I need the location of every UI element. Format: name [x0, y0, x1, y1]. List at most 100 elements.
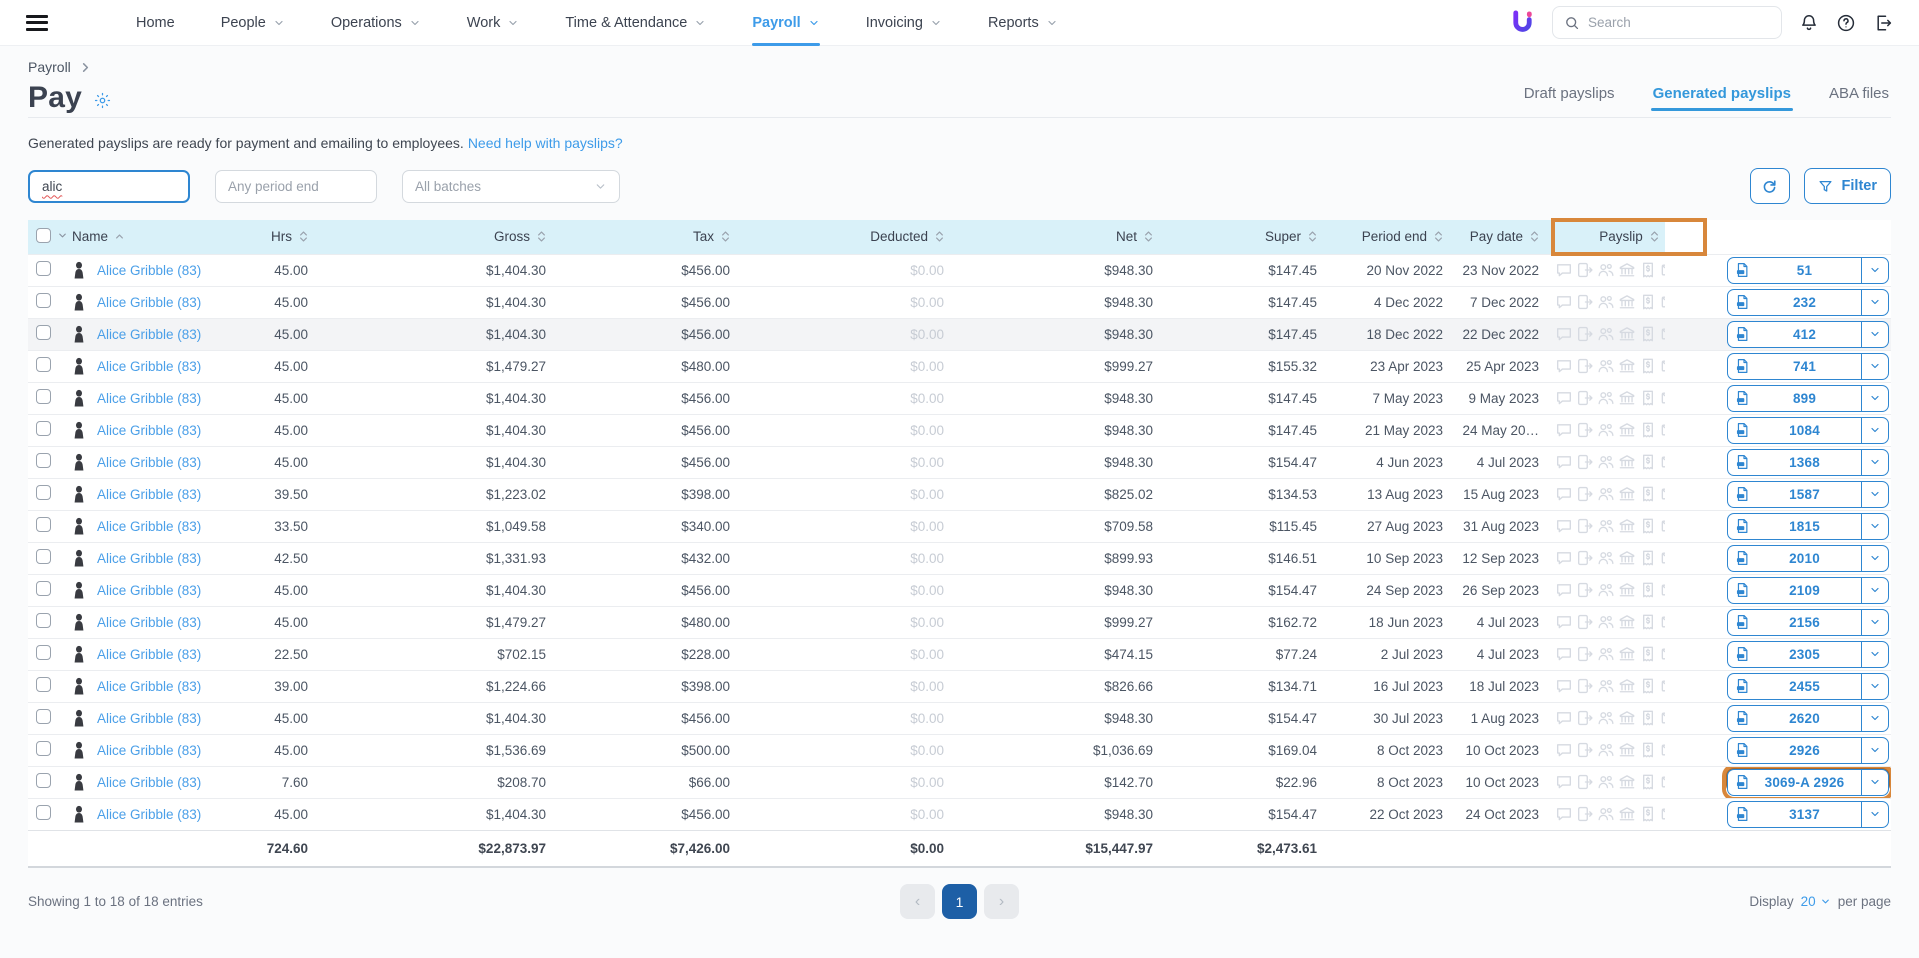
nav-item-home[interactable]: Home	[136, 0, 175, 45]
payslip-dropdown-chevron-icon[interactable]	[1861, 322, 1888, 347]
column-header-select-all[interactable]	[28, 220, 64, 254]
payslip-dropdown-chevron-icon[interactable]	[1861, 546, 1888, 571]
row-checkbox[interactable]	[36, 805, 51, 820]
chevron-down-icon[interactable]	[57, 230, 68, 241]
people-icon[interactable]	[1597, 421, 1615, 439]
comment-icon[interactable]	[1555, 293, 1573, 311]
share-icon[interactable]	[1576, 805, 1594, 823]
page-1-button[interactable]: 1	[942, 884, 977, 919]
receipt-icon[interactable]	[1639, 357, 1657, 375]
payslip-dropdown-chevron-icon[interactable]	[1861, 290, 1888, 315]
breadcrumb-item[interactable]: Payroll	[28, 59, 71, 75]
bank-icon[interactable]	[1618, 613, 1636, 631]
column-header-name[interactable]: Name	[64, 220, 240, 254]
share-icon[interactable]	[1576, 357, 1594, 375]
row-checkbox[interactable]	[36, 485, 51, 500]
employee-name-link[interactable]: Alice Gribble (83)	[97, 391, 201, 406]
email-icon[interactable]	[1660, 261, 1665, 279]
people-icon[interactable]	[1597, 517, 1615, 535]
tab-draft-payslips[interactable]: Draft payslips	[1522, 75, 1617, 115]
employee-filter-input[interactable]: alic	[28, 170, 190, 203]
receipt-icon[interactable]	[1639, 325, 1657, 343]
row-checkbox[interactable]	[36, 517, 51, 532]
payslip-dropdown-chevron-icon[interactable]	[1861, 642, 1888, 667]
employee-name-link[interactable]: Alice Gribble (83)	[97, 327, 201, 342]
comment-icon[interactable]	[1555, 421, 1573, 439]
share-icon[interactable]	[1576, 325, 1594, 343]
employee-name-link[interactable]: Alice Gribble (83)	[97, 807, 201, 822]
payslip-button[interactable]: 51	[1727, 257, 1889, 284]
email-icon[interactable]	[1660, 805, 1665, 823]
email-icon[interactable]	[1660, 453, 1665, 471]
payslip-button[interactable]: 1084	[1727, 417, 1889, 444]
column-header-hrs[interactable]: Hrs	[240, 220, 316, 254]
bank-icon[interactable]	[1618, 773, 1636, 791]
help-icon[interactable]	[1836, 13, 1856, 33]
bank-icon[interactable]	[1618, 677, 1636, 695]
comment-icon[interactable]	[1555, 805, 1573, 823]
tab-aba-files[interactable]: ABA files	[1827, 75, 1891, 115]
receipt-icon[interactable]	[1639, 581, 1657, 599]
previous-page-button[interactable]: ‹	[900, 884, 935, 919]
payslip-button[interactable]: 1587	[1727, 481, 1889, 508]
payslip-dropdown-chevron-icon[interactable]	[1861, 354, 1888, 379]
share-icon[interactable]	[1576, 517, 1594, 535]
share-icon[interactable]	[1576, 261, 1594, 279]
column-header-tax[interactable]: Tax	[554, 220, 738, 254]
share-icon[interactable]	[1576, 453, 1594, 471]
column-header-gross[interactable]: Gross	[316, 220, 554, 254]
bank-icon[interactable]	[1618, 421, 1636, 439]
bank-icon[interactable]	[1618, 261, 1636, 279]
row-checkbox[interactable]	[36, 677, 51, 692]
receipt-icon[interactable]	[1639, 293, 1657, 311]
bank-icon[interactable]	[1618, 645, 1636, 663]
period-end-filter-input[interactable]	[215, 170, 377, 203]
employee-name-link[interactable]: Alice Gribble (83)	[97, 551, 201, 566]
payslip-button[interactable]: 1368	[1727, 449, 1889, 476]
employee-name-link[interactable]: Alice Gribble (83)	[97, 455, 201, 470]
people-icon[interactable]	[1597, 261, 1615, 279]
email-icon[interactable]	[1660, 613, 1665, 631]
people-icon[interactable]	[1597, 453, 1615, 471]
row-checkbox[interactable]	[36, 421, 51, 436]
people-icon[interactable]	[1597, 293, 1615, 311]
column-header-super[interactable]: Super	[1161, 220, 1325, 254]
email-icon[interactable]	[1660, 581, 1665, 599]
bank-icon[interactable]	[1618, 325, 1636, 343]
people-icon[interactable]	[1597, 389, 1615, 407]
receipt-icon[interactable]	[1639, 645, 1657, 663]
bank-icon[interactable]	[1618, 805, 1636, 823]
people-icon[interactable]	[1597, 709, 1615, 727]
payslip-button[interactable]: 2109	[1727, 577, 1889, 604]
receipt-icon[interactable]	[1639, 421, 1657, 439]
payslip-dropdown-chevron-icon[interactable]	[1861, 450, 1888, 475]
share-icon[interactable]	[1576, 709, 1594, 727]
help-with-payslips-link[interactable]: Need help with payslips?	[468, 135, 623, 151]
share-icon[interactable]	[1576, 549, 1594, 567]
employee-name-link[interactable]: Alice Gribble (83)	[97, 615, 201, 630]
people-icon[interactable]	[1597, 773, 1615, 791]
bank-icon[interactable]	[1618, 581, 1636, 599]
payslip-dropdown-chevron-icon[interactable]	[1861, 674, 1888, 699]
row-checkbox[interactable]	[36, 773, 51, 788]
payslip-dropdown-chevron-icon[interactable]	[1861, 258, 1888, 283]
comment-icon[interactable]	[1555, 453, 1573, 471]
search-input[interactable]	[1588, 15, 1770, 30]
batches-filter-select[interactable]: All batches	[402, 170, 620, 203]
payslip-button[interactable]: 1815	[1727, 513, 1889, 540]
payslip-dropdown-chevron-icon[interactable]	[1861, 482, 1888, 507]
people-icon[interactable]	[1597, 613, 1615, 631]
employee-name-link[interactable]: Alice Gribble (83)	[97, 775, 201, 790]
row-checkbox[interactable]	[36, 357, 51, 372]
nav-item-reports[interactable]: Reports	[988, 0, 1058, 45]
email-icon[interactable]	[1660, 325, 1665, 343]
people-icon[interactable]	[1597, 645, 1615, 663]
people-icon[interactable]	[1597, 357, 1615, 375]
row-checkbox[interactable]	[36, 581, 51, 596]
receipt-icon[interactable]	[1639, 613, 1657, 631]
employee-name-link[interactable]: Alice Gribble (83)	[97, 583, 201, 598]
payslip-button[interactable]: 412	[1727, 321, 1889, 348]
bank-icon[interactable]	[1618, 741, 1636, 759]
payslip-button[interactable]: 3137	[1727, 801, 1889, 828]
payslip-button[interactable]: 2455	[1727, 673, 1889, 700]
